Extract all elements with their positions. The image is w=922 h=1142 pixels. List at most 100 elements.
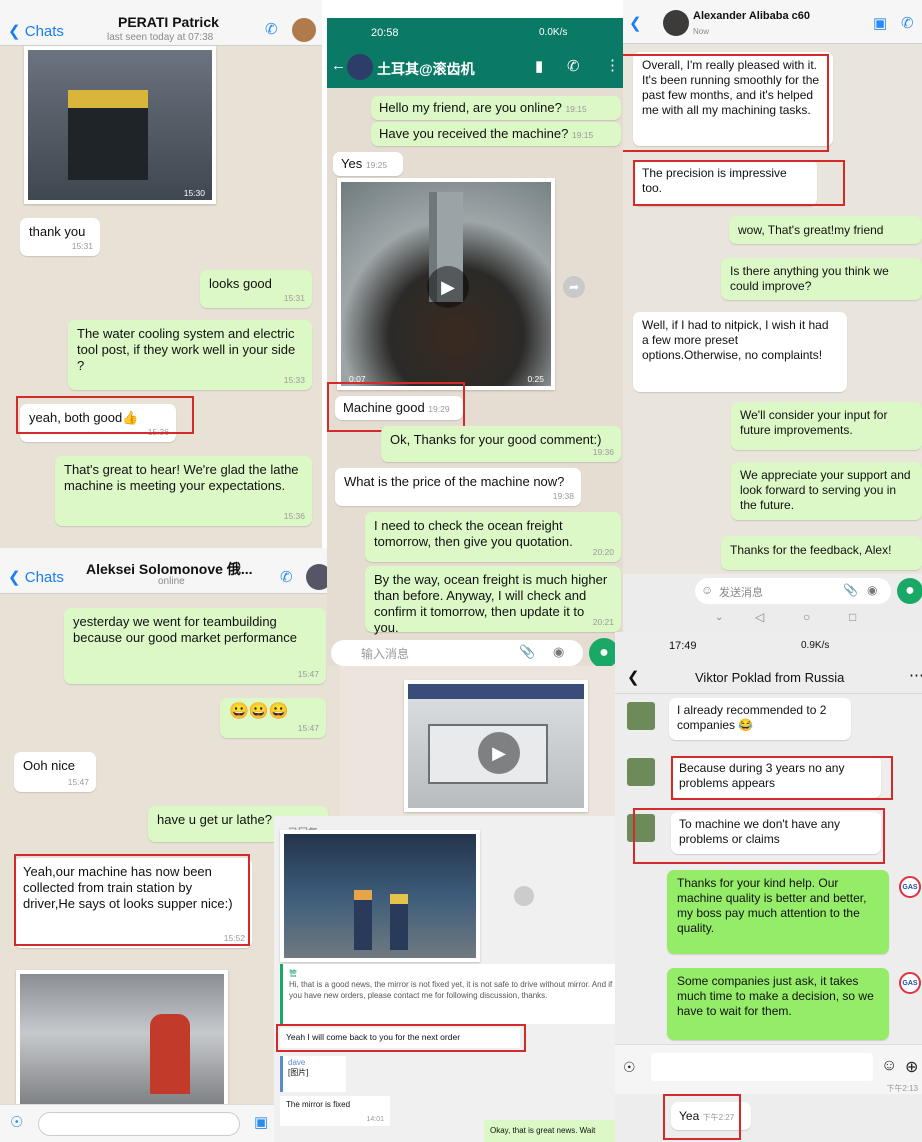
play-button-icon[interactable]: ▶	[478, 732, 520, 774]
highlight-box	[623, 54, 829, 152]
input-placeholder: 输入消息	[361, 647, 410, 661]
message-time: 19:25	[365, 160, 388, 170]
message-text: I already recommended to 2 companies 😂	[677, 703, 827, 732]
message-text: yesterday we went for teambuilding becau…	[73, 614, 298, 645]
message-text: Thanks for your kind help. Our machine q…	[677, 876, 867, 935]
attach-icon[interactable]: 📎	[843, 583, 858, 597]
factory-photo[interactable]	[280, 830, 480, 962]
message-outgoing: I need to check the ocean freight tomorr…	[365, 512, 621, 562]
back-arrow-icon[interactable]: ←	[331, 57, 346, 74]
last-text: Okay, that is great news. Wait	[490, 1126, 596, 1135]
chat-panel-perati: ❮ Chats PERATI Patrick last seen today a…	[0, 0, 322, 548]
message-outgoing: That's great to hear! We're glad the lat…	[55, 456, 312, 526]
message-time: 15:31	[283, 293, 305, 303]
message-time: 19:38	[552, 491, 574, 501]
online-status: online	[158, 576, 185, 587]
contact-avatar[interactable]	[627, 702, 655, 730]
lathe-video[interactable]: ▶	[404, 680, 588, 812]
message-outgoing: Thanks for your kind help. Our machine q…	[667, 870, 889, 954]
back-button[interactable]: ❮ Chats	[8, 568, 64, 586]
message-text: We'll consider your input for future imp…	[740, 408, 888, 437]
message-text: Some companies just ask, it takes much t…	[677, 974, 874, 1018]
forward-icon[interactable]	[514, 886, 534, 906]
avatar[interactable]	[347, 54, 373, 80]
quote-sender: dave	[288, 1058, 306, 1067]
chat-header: ← 土耳其@滚齿机 ▮ ✆ ⋮	[327, 46, 623, 88]
contact-name: PERATI Patrick	[118, 14, 219, 30]
message-input[interactable]	[651, 1053, 873, 1081]
message-text: We appreciate your support and look forw…	[740, 468, 911, 512]
message-outgoing: 😀😀😀 15:47	[220, 698, 326, 738]
message-incoming: thank you 15:31	[20, 218, 100, 256]
photo-time: 15:30	[183, 188, 205, 198]
quote-card: dave [图片]	[280, 1056, 346, 1092]
more-icon[interactable]: ⋮	[605, 56, 620, 74]
back-button[interactable]: ❮ Chats	[8, 22, 64, 40]
emoji-icon[interactable]: ☺	[881, 1057, 897, 1075]
message-time: 20:21	[592, 617, 614, 627]
message-outgoing: Have you received the machine? 19:15	[371, 122, 621, 146]
phone-icon[interactable]: ✆	[280, 568, 293, 586]
message-time: 20:20	[592, 547, 614, 557]
message-outgoing: Hello my friend, are you online? 19:15	[371, 96, 621, 120]
highlight-box	[633, 808, 885, 864]
message-outgoing: By the way, ocean freight is much higher…	[365, 566, 621, 635]
machine-video[interactable]: ▶ 0:07 0:25	[337, 178, 555, 390]
last-message: Okay, that is great news. Wait	[484, 1120, 623, 1142]
presence: Now	[693, 27, 710, 36]
avatar[interactable]	[292, 18, 316, 42]
contact-name: Alexander Alibaba c60	[693, 10, 810, 22]
delivery-photo[interactable]	[16, 970, 228, 1110]
highlight-box	[671, 756, 893, 800]
play-button-icon[interactable]: ▶	[427, 266, 469, 308]
message-text: Yes	[341, 156, 363, 171]
message-text: thank you	[29, 224, 86, 239]
nav-recent-icon[interactable]: □	[849, 610, 856, 624]
phone-icon[interactable]: ✆	[265, 20, 278, 38]
company-logo-icon: GAS	[899, 972, 921, 994]
video-call-icon[interactable]: ▮	[535, 57, 543, 75]
mirror-message: The mirror is fixed 14:01	[280, 1096, 390, 1126]
voice-icon[interactable]: ☉	[623, 1059, 636, 1076]
message-incoming: Yes 19:25	[333, 152, 403, 176]
message-time: 15:33	[283, 375, 305, 385]
message-input[interactable]: 输入消息 📎 ◉	[331, 640, 583, 666]
back-arrow-icon[interactable]: ❮	[627, 668, 640, 686]
message-input[interactable]: ☺ 发送消息 📎 ◉	[695, 578, 891, 604]
avatar[interactable]	[663, 10, 689, 36]
camera-icon[interactable]: ◉	[553, 644, 564, 660]
camera-icon[interactable]: ◉	[867, 583, 877, 597]
nav-back-icon[interactable]: ◁	[755, 610, 764, 624]
back-button[interactable]: ❮	[629, 14, 642, 32]
input-bar: ☉ ☺ ⊕ 下午2:13	[615, 1044, 922, 1094]
contact-avatar[interactable]	[627, 758, 655, 786]
message-outgoing: Ok, Thanks for your good comment:) 19:36	[381, 426, 621, 462]
message-text: have u get ur lathe?	[157, 812, 272, 827]
nav-home-icon[interactable]: ○	[803, 610, 810, 624]
nav-collapse-icon[interactable]: ⌄	[715, 612, 723, 623]
message-text: By the way, ocean freight is much higher…	[374, 572, 608, 635]
phone-icon[interactable]: ✆	[901, 14, 914, 32]
contact-name: Viktor Poklad from Russia	[695, 670, 845, 685]
camera-icon[interactable]: ▣	[254, 1113, 268, 1131]
mic-icon[interactable]: ●	[897, 578, 922, 604]
message-text: That's great to hear! We're glad the lat…	[64, 462, 299, 493]
more-icon[interactable]: ⋯	[909, 666, 922, 684]
plus-icon[interactable]: ⊕	[905, 1057, 918, 1077]
chat-panel-wechat: 已回复 管 Hi, that is a good news, the mirro…	[274, 816, 623, 1142]
video-call-icon[interactable]: ▣	[873, 14, 887, 32]
highlight-box	[327, 382, 465, 432]
company-logo-icon: GAS	[899, 876, 921, 898]
emoji-icon[interactable]: ☺	[701, 583, 713, 597]
contact-name: 土耳其@滚齿机	[377, 61, 475, 77]
highlight-box	[663, 1094, 741, 1140]
attach-icon[interactable]: 📎	[519, 644, 535, 660]
machine-photo[interactable]: 15:30	[24, 46, 216, 204]
message-input[interactable]	[38, 1112, 240, 1136]
quoted-text: Hi, that is a good news, the mirror is n…	[289, 980, 613, 1000]
message-time: 15:47	[297, 669, 319, 679]
phone-icon[interactable]: ✆	[567, 57, 580, 75]
worker-shape	[354, 890, 372, 950]
add-icon[interactable]: ☉	[10, 1113, 23, 1131]
forward-icon[interactable]: ➦	[563, 276, 585, 298]
